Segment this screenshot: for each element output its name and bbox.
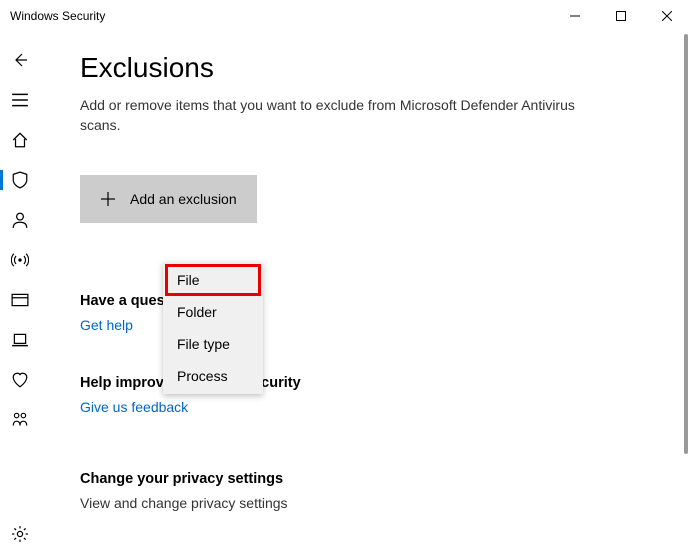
antenna-icon: [11, 251, 29, 269]
scrollbar-thumb[interactable]: [684, 34, 688, 454]
shield-icon: [11, 171, 29, 189]
gear-icon: [11, 525, 29, 543]
page-title: Exclusions: [80, 52, 650, 84]
back-button[interactable]: [0, 40, 40, 80]
app-window-icon: [11, 291, 29, 309]
add-exclusion-label: Add an exclusion: [130, 191, 237, 207]
plus-icon: [100, 191, 116, 207]
dropdown-item-process[interactable]: Process: [165, 360, 261, 392]
nav-home[interactable]: [0, 120, 40, 160]
home-icon: [11, 131, 29, 149]
dropdown-item-file-type[interactable]: File type: [165, 328, 261, 360]
hamburger-menu-button[interactable]: [0, 80, 40, 120]
scrollbar[interactable]: [684, 34, 688, 552]
main-content: Exclusions Add or remove items that you …: [40, 32, 690, 554]
maximize-icon: [616, 11, 626, 21]
person-icon: [11, 211, 29, 229]
nav-settings[interactable]: [0, 514, 40, 554]
page-description: Add or remove items that you want to exc…: [80, 96, 590, 135]
maximize-button[interactable]: [598, 0, 644, 32]
laptop-icon: [11, 331, 29, 349]
close-icon: [662, 11, 672, 21]
feedback-link[interactable]: Give us feedback: [80, 399, 188, 415]
minimize-icon: [570, 11, 580, 21]
nav-device-security[interactable]: [0, 320, 40, 360]
hamburger-icon: [11, 91, 29, 109]
exclusion-type-dropdown: File Folder File type Process: [163, 262, 263, 394]
back-arrow-icon: [12, 52, 28, 68]
sidebar: [0, 32, 40, 554]
nav-firewall[interactable]: [0, 240, 40, 280]
add-exclusion-button[interactable]: Add an exclusion: [80, 175, 257, 223]
heart-icon: [11, 371, 29, 389]
nav-account-protection[interactable]: [0, 200, 40, 240]
window-title: Windows Security: [10, 9, 552, 23]
family-icon: [11, 411, 29, 429]
close-button[interactable]: [644, 0, 690, 32]
nav-app-browser-control[interactable]: [0, 280, 40, 320]
nav-virus-protection[interactable]: [0, 160, 40, 200]
titlebar: Windows Security: [0, 0, 690, 32]
nav-family-options[interactable]: [0, 400, 40, 440]
privacy-line: View and change privacy settings: [80, 495, 288, 511]
window-controls: [552, 0, 690, 32]
minimize-button[interactable]: [552, 0, 598, 32]
dropdown-item-file[interactable]: File: [165, 264, 261, 296]
privacy-heading: Change your privacy settings: [80, 471, 650, 487]
get-help-link[interactable]: Get help: [80, 317, 133, 333]
dropdown-item-folder[interactable]: Folder: [165, 296, 261, 328]
nav-device-performance[interactable]: [0, 360, 40, 400]
